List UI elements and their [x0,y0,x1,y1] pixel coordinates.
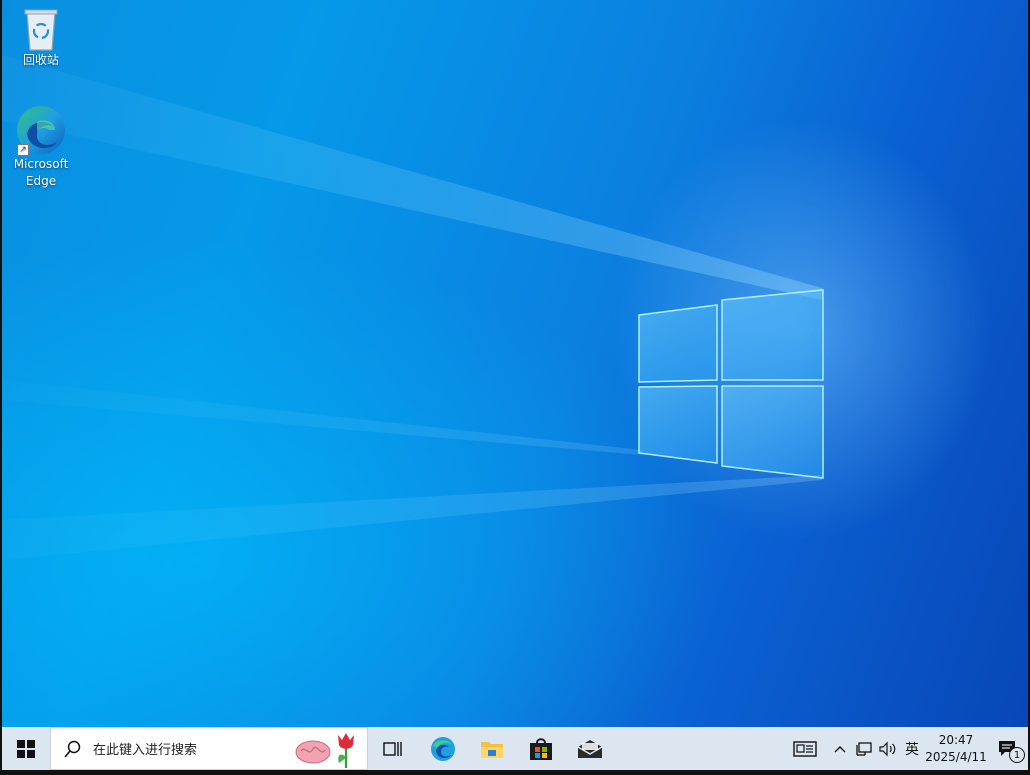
show-hidden-icons-button[interactable] [828,727,852,770]
recycle-bin-icon [21,6,61,52]
task-view-icon [383,741,402,756]
mail-button[interactable] [565,727,614,770]
wallpaper-beams [2,55,824,560]
store-button[interactable] [516,727,565,770]
start-button[interactable] [2,727,50,770]
file-explorer-icon [480,741,503,758]
input-method-indicator[interactable]: 英 [900,727,924,770]
edge-icon: ↗ [15,104,67,156]
store-icon [529,737,552,760]
notification-count-badge: 1 [1009,747,1025,763]
tulip-emoji [338,733,354,768]
volume-icon [879,741,896,756]
search-highlight-decor [293,731,359,769]
taskbar-search-box[interactable]: 在此键入进行搜索 [50,727,368,770]
desktop-icon-label: 回收站 [22,53,59,67]
desktop-wallpaper: 回收站 ↗ Microsoft Edge [2,0,1028,727]
desktop-icon-edge[interactable]: ↗ Microsoft Edge [2,104,80,190]
action-center-button[interactable]: 1 [988,727,1028,770]
network-icon [856,741,872,756]
windows-logo-icon [17,739,35,758]
search-placeholder: 在此键入进行搜索 [93,743,198,758]
file-explorer-button[interactable] [467,727,516,770]
clock: 20:47 2025/4/11 [925,732,987,766]
news-and-interests-button[interactable] [782,727,828,770]
chevron-up-icon [834,745,846,752]
desktop-icon-recycle-bin[interactable]: 回收站 [2,6,80,69]
taskbar-edge-button[interactable] [418,727,467,770]
clock-date: 2025/4/11 [925,749,987,764]
taskbar: 在此键入进行搜索 英 20:47 2025/4/11 1 [2,727,1028,770]
mail-icon [577,739,602,758]
shortcut-arrow-icon: ↗ [17,144,29,156]
task-view-button[interactable] [368,727,418,770]
clock-time: 20:47 [938,732,974,747]
volume-button[interactable] [876,727,900,770]
desktop-icon-label-line2: Edge [25,174,57,188]
edge-icon [430,736,455,761]
screen: 回收站 ↗ Microsoft Edge 在此键入进行搜索 英 20:47 20… [2,0,1028,770]
wallpaper-windows-logo [638,289,824,479]
desktop-icon-label-line1: Microsoft [13,157,69,171]
brain-emoji [295,740,331,764]
news-icon [793,740,817,757]
network-button[interactable] [852,727,876,770]
clock-button[interactable]: 20:47 2025/4/11 [924,727,988,770]
search-icon [64,740,81,758]
